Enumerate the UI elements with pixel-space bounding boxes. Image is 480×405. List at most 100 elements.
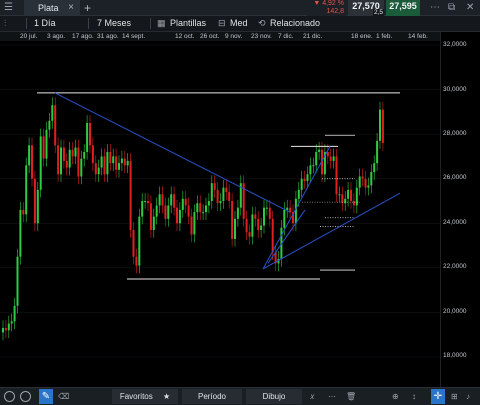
- candle-body: [312, 165, 315, 167]
- bottom-toolbar: ✎ ⌫ Favoritos ★ Período Dibujo 𝑥 ⋯ 🗑 ⊕ ↕…: [0, 387, 480, 405]
- candle-body: [234, 218, 236, 239]
- candle-body: [205, 205, 207, 213]
- pencil-icon[interactable]: ✎: [39, 389, 53, 404]
- price-tick: 32,0000: [443, 41, 467, 48]
- more-tools-icon[interactable]: ⋯: [328, 388, 336, 405]
- range-selector[interactable]: 7 Meses: [97, 16, 131, 31]
- add-tab-button[interactable]: +: [84, 0, 91, 16]
- price-type-icon[interactable]: ⊟: [218, 16, 226, 31]
- candle-body: [147, 201, 149, 204]
- candle-body: [283, 209, 286, 228]
- price-tick: 20,0000: [443, 308, 467, 315]
- candle-body: [89, 123, 91, 146]
- candle-body: [120, 158, 123, 164]
- sound-icon[interactable]: ♪: [466, 388, 470, 405]
- crosshair-icon[interactable]: [4, 391, 15, 402]
- date-tick: 14 feb.: [408, 33, 428, 40]
- candle-body: [225, 187, 228, 193]
- candle-body: [94, 163, 97, 175]
- candle-body: [144, 201, 147, 202]
- candle-body: [77, 147, 80, 177]
- candle-body: [263, 207, 265, 226]
- candle-body: [118, 163, 120, 170]
- date-tick: 7 dic.: [278, 33, 294, 40]
- date-tick: 14 sept.: [122, 33, 146, 40]
- candle-body: [338, 194, 341, 196]
- candle-body: [271, 218, 274, 253]
- interval-selector[interactable]: 1 Día: [34, 16, 56, 31]
- candle-body: [202, 212, 205, 214]
- candle-body: [83, 151, 86, 159]
- date-tick: 21 dic.: [303, 33, 323, 40]
- menu-icon[interactable]: ☰: [4, 1, 13, 15]
- candle-body: [22, 209, 25, 215]
- candle-body: [300, 178, 303, 190]
- close-icon[interactable]: ×: [68, 0, 74, 16]
- candle-body: [71, 149, 74, 157]
- candle-body: [297, 189, 300, 199]
- window-close-icon[interactable]: ✕: [466, 1, 474, 15]
- more-icon[interactable]: ⋯: [430, 1, 440, 15]
- candle-body: [268, 207, 271, 219]
- templates-icon[interactable]: ▦: [157, 16, 166, 31]
- candle-body: [347, 189, 350, 199]
- candle-body: [260, 225, 263, 230]
- eraser-icon[interactable]: ⌫: [58, 388, 69, 405]
- chart-type-icon[interactable]: ⫶: [4, 16, 6, 31]
- candle-body: [303, 178, 306, 181]
- scroll-icon[interactable]: ↕: [412, 388, 416, 405]
- candle-body: [231, 201, 234, 239]
- price-type-button[interactable]: Med: [230, 16, 248, 31]
- candle-body: [364, 178, 367, 188]
- related-button[interactable]: Relacionado: [270, 16, 320, 31]
- templates-button[interactable]: Plantillas: [170, 16, 206, 31]
- period-tab[interactable]: Período: [182, 389, 242, 404]
- reset-icon[interactable]: [20, 391, 31, 402]
- candle-body: [373, 163, 376, 173]
- candle-body: [170, 194, 173, 206]
- candle-body: [196, 203, 199, 213]
- buy-price-button[interactable]: 27,595: [386, 0, 420, 16]
- candle-body: [161, 194, 164, 206]
- candle-body: [7, 323, 10, 331]
- candle-body: [193, 212, 196, 235]
- candle-body: [74, 147, 77, 157]
- candle-body: [57, 145, 60, 175]
- candle-body: [45, 129, 48, 159]
- candle-body: [361, 176, 364, 179]
- candle-body: [25, 165, 28, 215]
- drawing-tab[interactable]: Dibujo: [246, 389, 302, 404]
- date-tick: 12 oct.: [175, 33, 195, 40]
- formula-icon[interactable]: 𝑥: [310, 388, 314, 405]
- candle-body: [178, 209, 181, 224]
- candle-body: [36, 189, 39, 224]
- candle-body: [135, 256, 138, 266]
- tab-plata[interactable]: Plata ×: [24, 0, 80, 16]
- candle-body: [219, 201, 222, 204]
- change-percent: ▼ 4,92 %: [313, 0, 344, 7]
- trash-icon[interactable]: 🗑: [346, 388, 356, 405]
- candle-body: [39, 136, 42, 190]
- layout-icon[interactable]: ⊞: [451, 388, 458, 405]
- change-absolute: 142,8: [326, 8, 344, 15]
- related-icon[interactable]: ⟲: [258, 16, 266, 31]
- date-tick: 20 jul.: [20, 33, 38, 40]
- candle-body: [306, 174, 309, 181]
- candle-body: [109, 151, 112, 164]
- candle-body: [332, 156, 335, 161]
- tab-bar: ☰ Plata × + ▼ 4,92 % 142,8 27,570 27,595…: [0, 0, 480, 17]
- popout-icon[interactable]: ⧉: [448, 1, 455, 15]
- candle-body: [335, 156, 338, 195]
- zoom-in-icon[interactable]: ⊕: [392, 388, 399, 405]
- candle-body: [129, 160, 132, 230]
- price-tick: 28,0000: [443, 130, 467, 137]
- candle-body: [286, 207, 289, 210]
- price-tick: 30,0000: [443, 86, 467, 93]
- favorites-tab[interactable]: Favoritos ★: [112, 389, 178, 404]
- price-chart[interactable]: [0, 41, 480, 387]
- change-box: ▼ 4,92 % 142,8: [307, 0, 347, 16]
- candle-body: [228, 192, 231, 201]
- candle-body: [381, 109, 384, 144]
- crosshair-toggle-icon[interactable]: ✛: [431, 389, 445, 404]
- date-axis: 20 jul. 3 ago. 17 ago. 31 ago. 14 sept. …: [0, 32, 440, 41]
